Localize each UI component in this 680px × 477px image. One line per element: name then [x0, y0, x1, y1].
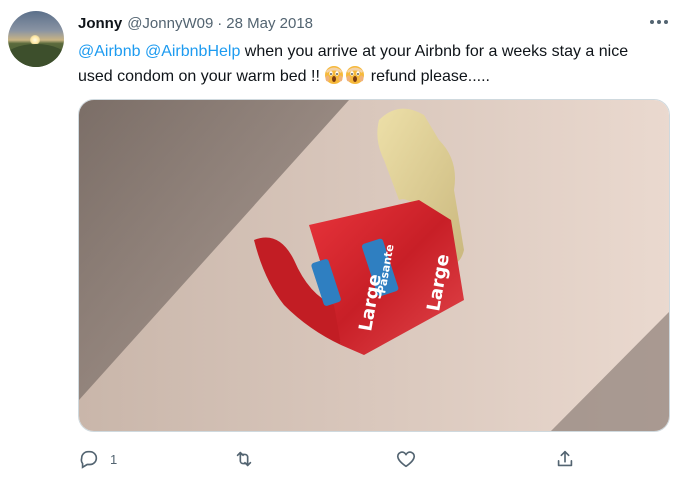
tweet-actions: 1: [78, 447, 578, 471]
tweet[interactable]: Jonny @JonnyW09 · 28 May 2018 @Airbnb @A…: [0, 0, 680, 477]
retweet-icon: [233, 448, 255, 470]
avatar[interactable]: [8, 11, 64, 67]
more-options-icon[interactable]: [650, 15, 668, 29]
retweet-button[interactable]: [233, 447, 255, 471]
avatar-landscape: [8, 44, 64, 67]
tweet-date[interactable]: 28 May 2018: [226, 15, 313, 32]
scream-face-emoji-icon: [345, 65, 365, 85]
reply-button[interactable]: 1: [78, 447, 117, 471]
tweet-text-part-2: refund please.....: [366, 68, 490, 85]
tweet-text: @Airbnb @AirbnbHelp when you arrive at y…: [78, 39, 663, 89]
mention-airbnb[interactable]: @Airbnb: [78, 43, 141, 60]
reply-icon: [78, 448, 100, 470]
tweet-photo[interactable]: Pasante Large Large: [78, 99, 670, 432]
scream-face-emoji-icon: [324, 65, 344, 85]
header-separator: ·: [217, 14, 223, 32]
like-button[interactable]: [395, 447, 417, 471]
share-button[interactable]: [554, 447, 576, 471]
like-icon: [395, 448, 417, 470]
reply-count: 1: [110, 451, 118, 467]
mention-airbnbhelp[interactable]: @AirbnbHelp: [145, 43, 240, 60]
author-name[interactable]: Jonny: [78, 15, 122, 32]
tweet-header: Jonny @JonnyW09 · 28 May 2018: [78, 13, 313, 33]
author-handle[interactable]: @JonnyW09: [127, 15, 213, 32]
share-icon: [554, 448, 576, 470]
